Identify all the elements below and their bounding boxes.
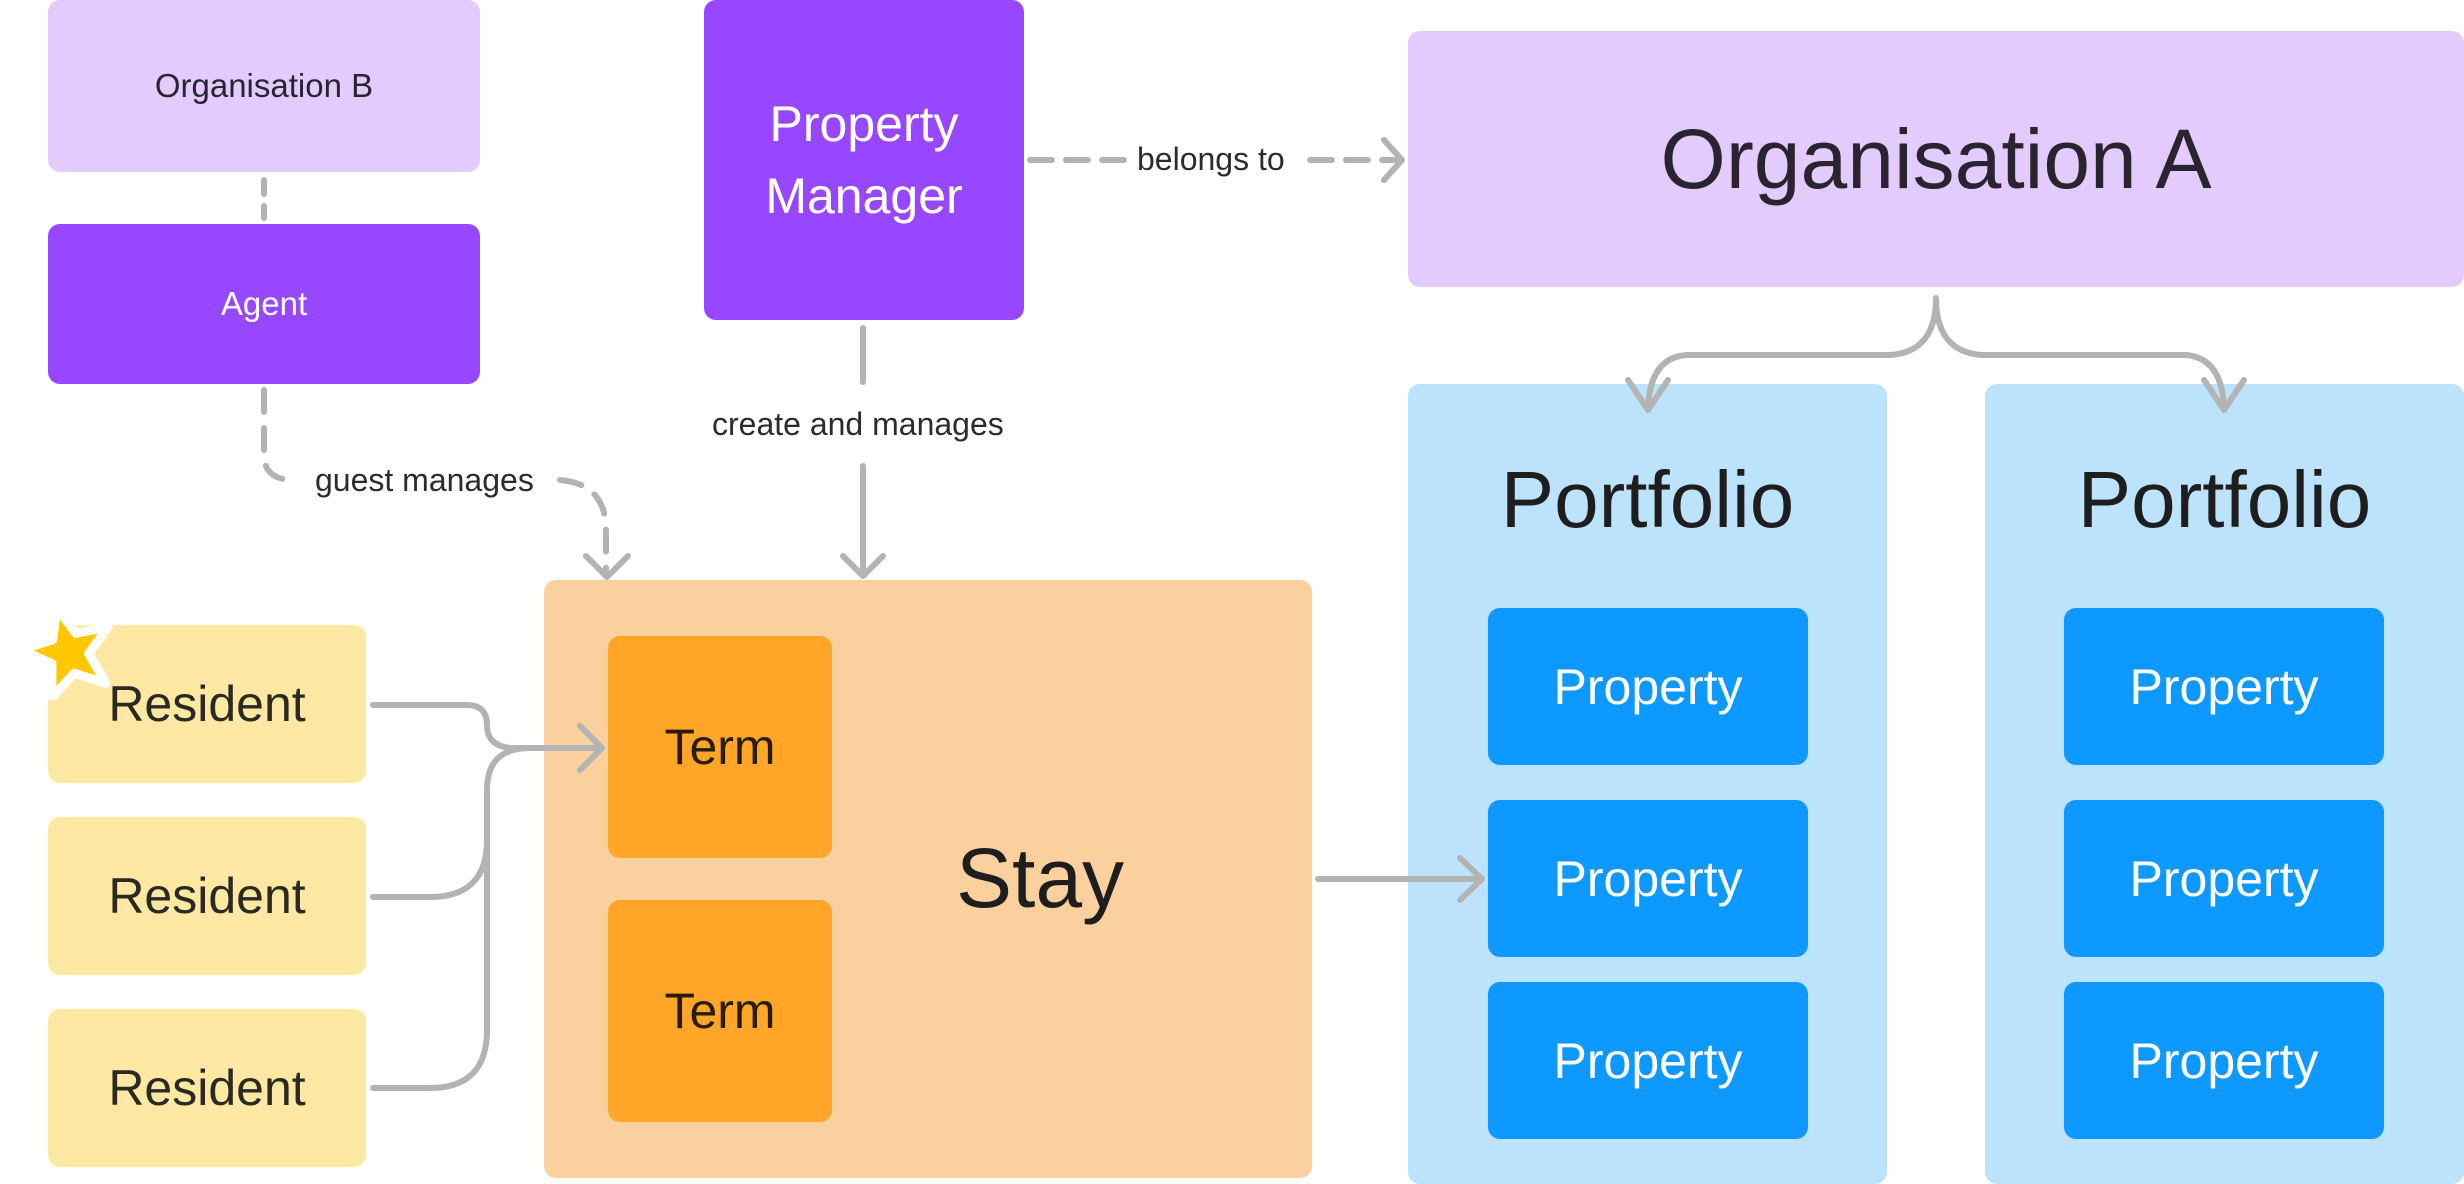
resident-label: Resident [108,1060,306,1116]
property-label: Property [2129,850,2319,907]
property-node[interactable]: Property [2064,982,2384,1139]
star-icon [18,602,113,700]
property-manager-label-line1: Property [769,96,959,152]
resident-node[interactable]: Resident [48,817,366,975]
property-manager-label-line2: Manager [765,168,963,224]
property-node[interactable]: Property [1488,982,1808,1139]
term-label: Term [664,719,776,775]
organisation-b-node[interactable]: Organisation B [48,0,480,172]
create-manages-arrowhead [840,553,886,579]
property-node[interactable]: Property [1488,800,1808,957]
resident-node[interactable]: Resident [48,1009,366,1167]
belongs-to-label: belongs to [1131,141,1291,178]
resident-label: Resident [108,868,306,924]
term-label: Term [664,983,776,1039]
guest-manages-label: guest manages [309,462,540,499]
guest-manages-arrowhead [583,553,631,580]
property-label: Property [1553,658,1743,715]
term-node[interactable]: Term [608,636,832,858]
portfolio-label: Portfolio [1500,455,1795,544]
belongs-to-arrowhead [1381,137,1405,183]
create-and-manages-label: create and manages [706,406,1010,443]
property-label: Property [1553,850,1743,907]
stay-label: Stay [955,831,1125,925]
organisation-a-label: Organisation A [1660,111,2212,206]
property-label: Property [1553,1032,1743,1089]
resident-label: Resident [108,676,306,732]
property-node[interactable]: Property [1488,608,1808,765]
term-node[interactable]: Term [608,900,832,1122]
portfolio-label: Portfolio [2077,455,2372,544]
property-label: Property [2129,658,2319,715]
property-node[interactable]: Property [2064,800,2384,957]
agent-label: Agent [220,285,308,322]
property-label: Property [2129,1032,2319,1089]
property-node[interactable]: Property [2064,608,2384,765]
agent-node[interactable]: Agent [48,224,480,384]
organisation-a-node[interactable]: Organisation A [1408,31,2464,287]
organisation-b-label: Organisation B [154,67,374,104]
property-manager-node[interactable]: Property Manager [704,0,1024,320]
